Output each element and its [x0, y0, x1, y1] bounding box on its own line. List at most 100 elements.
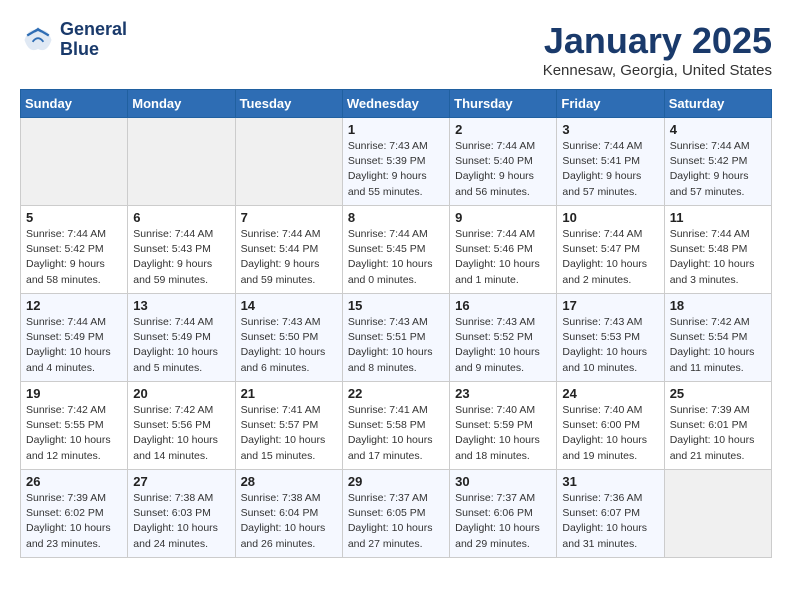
calendar-cell: 20 Sunrise: 7:42 AM Sunset: 5:56 PM Dayli… [128, 382, 235, 470]
calendar-cell: 29Sunrise: 7:37 AM Sunset: 6:05 PM Dayli… [342, 470, 449, 558]
day-number: 9 [455, 210, 551, 225]
page-header: General Blue January 2025 Kennesaw, Geor… [20, 20, 772, 79]
day-number: 21 [241, 386, 337, 401]
day-info: Sunrise: 7:39 AM Sunset: 6:01 PM Dayligh… [670, 403, 766, 464]
day-info: Sunrise: 7:44 AM Sunset: 5:45 PM Dayligh… [348, 227, 444, 288]
calendar-cell [664, 470, 771, 558]
calendar-cell: 22Sunrise: 7:41 AM Sunset: 5:58 PM Dayli… [342, 382, 449, 470]
day-info: Sunrise: 7:41 AM Sunset: 5:58 PM Dayligh… [348, 403, 444, 464]
day-number: 1 [348, 122, 444, 137]
day-info: Sunrise: 7:42 AM Sunset: 5:55 PM Dayligh… [26, 403, 122, 464]
calendar-cell [21, 118, 128, 206]
day-info: Sunrise: 7:44 AM Sunset: 5:49 PM Dayligh… [26, 315, 122, 376]
title-block: January 2025 Kennesaw, Georgia, United S… [543, 20, 772, 79]
logo-icon [20, 22, 56, 58]
day-number: 30 [455, 474, 551, 489]
day-info: Sunrise: 7:37 AM Sunset: 6:06 PM Dayligh… [455, 491, 551, 552]
day-info: Sunrise: 7:44 AM Sunset: 5:48 PM Dayligh… [670, 227, 766, 288]
calendar-cell: 31Sunrise: 7:36 AM Sunset: 6:07 PM Dayli… [557, 470, 664, 558]
day-number: 15 [348, 298, 444, 313]
day-info: Sunrise: 7:43 AM Sunset: 5:39 PM Dayligh… [348, 139, 444, 200]
calendar-cell: 1 Sunrise: 7:43 AM Sunset: 5:39 PM Daylig… [342, 118, 449, 206]
day-number: 23 [455, 386, 551, 401]
day-number: 5 [26, 210, 122, 225]
location: Kennesaw, Georgia, United States [543, 62, 772, 79]
day-number: 31 [562, 474, 658, 489]
day-number: 20 [133, 386, 229, 401]
day-info: Sunrise: 7:44 AM Sunset: 5:46 PM Dayligh… [455, 227, 551, 288]
day-info: Sunrise: 7:40 AM Sunset: 5:59 PM Dayligh… [455, 403, 551, 464]
logo: General Blue [20, 20, 127, 60]
calendar-cell [235, 118, 342, 206]
day-info: Sunrise: 7:38 AM Sunset: 6:04 PM Dayligh… [241, 491, 337, 552]
calendar-cell: 14Sunrise: 7:43 AM Sunset: 5:50 PM Dayli… [235, 294, 342, 382]
calendar-cell [128, 118, 235, 206]
day-info: Sunrise: 7:44 AM Sunset: 5:42 PM Dayligh… [26, 227, 122, 288]
calendar-cell: 3 Sunrise: 7:44 AM Sunset: 5:41 PM Daylig… [557, 118, 664, 206]
day-number: 24 [562, 386, 658, 401]
calendar-cell: 25 Sunrise: 7:39 AM Sunset: 6:01 PM Dayli… [664, 382, 771, 470]
day-info: Sunrise: 7:42 AM Sunset: 5:54 PM Dayligh… [670, 315, 766, 376]
day-number: 4 [670, 122, 766, 137]
day-number: 18 [670, 298, 766, 313]
calendar-cell: 15 Sunrise: 7:43 AM Sunset: 5:51 PM Dayli… [342, 294, 449, 382]
day-info: Sunrise: 7:44 AM Sunset: 5:43 PM Dayligh… [133, 227, 229, 288]
calendar-cell: 6Sunrise: 7:44 AM Sunset: 5:43 PM Daylig… [128, 206, 235, 294]
day-info: Sunrise: 7:43 AM Sunset: 5:52 PM Dayligh… [455, 315, 551, 376]
day-number: 8 [348, 210, 444, 225]
calendar-cell: 10 Sunrise: 7:44 AM Sunset: 5:47 PM Dayli… [557, 206, 664, 294]
day-number: 29 [348, 474, 444, 489]
day-number: 17 [562, 298, 658, 313]
logo-line1: General [60, 20, 127, 40]
calendar-week-5: 26Sunrise: 7:39 AM Sunset: 6:02 PM Dayli… [21, 470, 772, 558]
day-info: Sunrise: 7:42 AM Sunset: 5:56 PM Dayligh… [133, 403, 229, 464]
day-info: Sunrise: 7:40 AM Sunset: 6:00 PM Dayligh… [562, 403, 658, 464]
calendar-cell: 7 Sunrise: 7:44 AM Sunset: 5:44 PM Daylig… [235, 206, 342, 294]
calendar-cell: 30 Sunrise: 7:37 AM Sunset: 6:06 PM Dayli… [450, 470, 557, 558]
calendar-week-1: 1 Sunrise: 7:43 AM Sunset: 5:39 PM Daylig… [21, 118, 772, 206]
calendar-table: SundayMondayTuesdayWednesdayThursdayFrid… [20, 89, 772, 558]
calendar-cell: 28 Sunrise: 7:38 AM Sunset: 6:04 PM Dayli… [235, 470, 342, 558]
day-number: 3 [562, 122, 658, 137]
calendar-cell: 2Sunrise: 7:44 AM Sunset: 5:40 PM Daylig… [450, 118, 557, 206]
calendar-cell: 8 Sunrise: 7:44 AM Sunset: 5:45 PM Daylig… [342, 206, 449, 294]
day-number: 11 [670, 210, 766, 225]
day-number: 12 [26, 298, 122, 313]
day-info: Sunrise: 7:44 AM Sunset: 5:42 PM Dayligh… [670, 139, 766, 200]
day-info: Sunrise: 7:44 AM Sunset: 5:49 PM Dayligh… [133, 315, 229, 376]
calendar-cell: 11 Sunrise: 7:44 AM Sunset: 5:48 PM Dayli… [664, 206, 771, 294]
day-number: 28 [241, 474, 337, 489]
day-info: Sunrise: 7:44 AM Sunset: 5:47 PM Dayligh… [562, 227, 658, 288]
day-info: Sunrise: 7:43 AM Sunset: 5:51 PM Dayligh… [348, 315, 444, 376]
calendar-cell: 18 Sunrise: 7:42 AM Sunset: 5:54 PM Dayli… [664, 294, 771, 382]
calendar-cell: 16 Sunrise: 7:43 AM Sunset: 5:52 PM Dayli… [450, 294, 557, 382]
calendar-cell: 27Sunrise: 7:38 AM Sunset: 6:03 PM Dayli… [128, 470, 235, 558]
day-number: 16 [455, 298, 551, 313]
day-info: Sunrise: 7:43 AM Sunset: 5:53 PM Dayligh… [562, 315, 658, 376]
day-number: 7 [241, 210, 337, 225]
calendar-week-4: 19Sunrise: 7:42 AM Sunset: 5:55 PM Dayli… [21, 382, 772, 470]
weekday-header-monday: Monday [128, 90, 235, 118]
weekday-header-tuesday: Tuesday [235, 90, 342, 118]
calendar-cell: 19Sunrise: 7:42 AM Sunset: 5:55 PM Dayli… [21, 382, 128, 470]
calendar-week-2: 5 Sunrise: 7:44 AM Sunset: 5:42 PM Daylig… [21, 206, 772, 294]
calendar-cell: 12 Sunrise: 7:44 AM Sunset: 5:49 PM Dayli… [21, 294, 128, 382]
day-info: Sunrise: 7:43 AM Sunset: 5:50 PM Dayligh… [241, 315, 337, 376]
day-number: 13 [133, 298, 229, 313]
day-info: Sunrise: 7:41 AM Sunset: 5:57 PM Dayligh… [241, 403, 337, 464]
day-info: Sunrise: 7:44 AM Sunset: 5:44 PM Dayligh… [241, 227, 337, 288]
calendar-cell: 13 Sunrise: 7:44 AM Sunset: 5:49 PM Dayli… [128, 294, 235, 382]
day-number: 25 [670, 386, 766, 401]
weekday-header-row: SundayMondayTuesdayWednesdayThursdayFrid… [21, 90, 772, 118]
calendar-cell: 26Sunrise: 7:39 AM Sunset: 6:02 PM Dayli… [21, 470, 128, 558]
day-number: 10 [562, 210, 658, 225]
calendar-cell: 23 Sunrise: 7:40 AM Sunset: 5:59 PM Dayli… [450, 382, 557, 470]
calendar-cell: 21 Sunrise: 7:41 AM Sunset: 5:57 PM Dayli… [235, 382, 342, 470]
calendar-cell: 24 Sunrise: 7:40 AM Sunset: 6:00 PM Dayli… [557, 382, 664, 470]
weekday-header-wednesday: Wednesday [342, 90, 449, 118]
month-title: January 2025 [543, 20, 772, 62]
day-info: Sunrise: 7:44 AM Sunset: 5:41 PM Dayligh… [562, 139, 658, 200]
logo-line2: Blue [60, 40, 127, 60]
day-info: Sunrise: 7:44 AM Sunset: 5:40 PM Dayligh… [455, 139, 551, 200]
day-info: Sunrise: 7:39 AM Sunset: 6:02 PM Dayligh… [26, 491, 122, 552]
